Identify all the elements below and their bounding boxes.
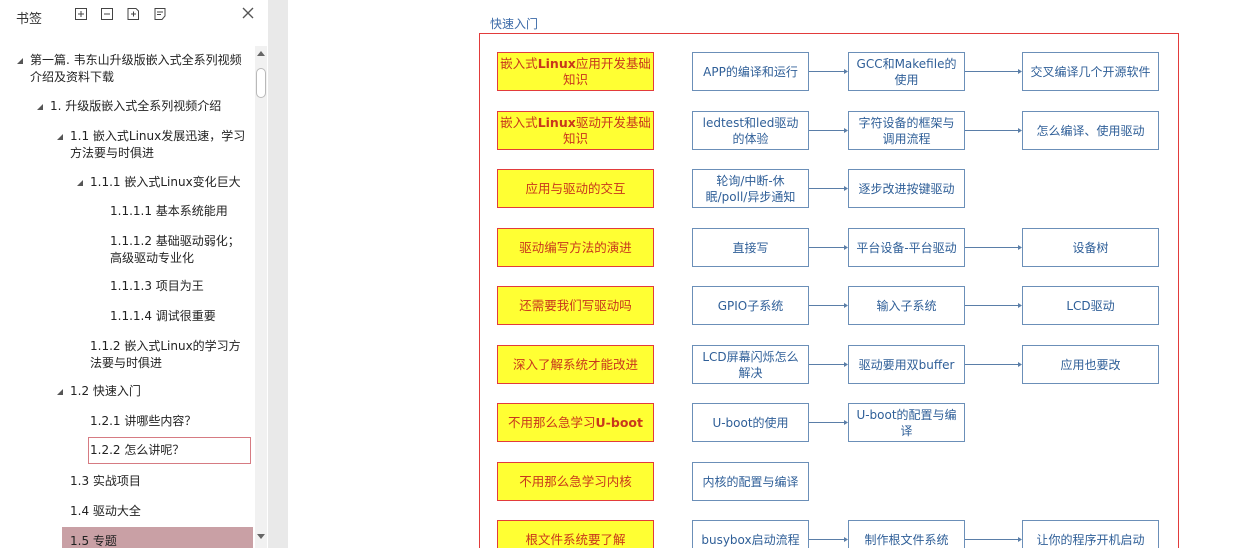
step-label: 输入子系统 [876, 298, 937, 313]
step-label: LCD驱动 [1066, 298, 1115, 313]
step-label: busybox启动流程 [701, 532, 800, 547]
bookmark-options-icon[interactable] [153, 7, 167, 21]
step-box: 内核的配置与编译 [692, 462, 809, 501]
bookmarks-title: 书签 [16, 12, 43, 27]
tree-item-1-1-1-4[interactable]: 1.1.1.4 调试很重要 [110, 308, 254, 325]
step-box: busybox启动流程 [692, 520, 809, 548]
step-label: 直接写 [732, 240, 769, 255]
topic-box: 深入了解系统才能改进 [497, 345, 654, 384]
step-label: U-boot的配置与编译 [856, 407, 957, 438]
step-box: GPIO子系统 [692, 286, 809, 325]
topic-box: 还需要我们写驱动吗 [497, 286, 654, 325]
tree-item-1-3[interactable]: 1.3 实战项目 [70, 473, 250, 490]
tree-item-1-1-1-3[interactable]: 1.1.1.3 项目为王 [110, 278, 254, 295]
topic-box: 根文件系统要了解 [497, 520, 654, 548]
step-box: U-boot的使用 [692, 403, 809, 442]
step-box: 怎么编译、使用驱动 [1022, 111, 1159, 150]
topic-label: 不用那么急学习内核 [519, 473, 632, 489]
tree-item-1-5[interactable]: 1.5 专题 [62, 527, 253, 548]
tree-item-1-2[interactable]: 1.2 快速入门 [57, 383, 250, 400]
tree-item-1[interactable]: 1. 升级版嵌入式全系列视频介绍 [37, 98, 250, 115]
step-label: 应用也要改 [1060, 357, 1121, 372]
step-label: GPIO子系统 [717, 298, 784, 313]
bookmark-scrollbar[interactable] [255, 46, 267, 548]
tree-item-1-1-1-2[interactable]: 1.1.1.2 基础驱动弱化；高级驱动专业化 [110, 233, 250, 267]
step-box: U-boot的配置与编译 [848, 403, 965, 442]
step-label: 制作根文件系统 [864, 532, 949, 547]
scroll-thumb[interactable] [256, 68, 266, 98]
step-box: LCD屏幕闪烁怎么解决 [692, 345, 809, 384]
tree-item-1-2-1[interactable]: 1.2.1 讲哪些内容？ [90, 413, 250, 430]
close-icon[interactable] [240, 5, 256, 21]
step-box: 驱动要用双buffer [848, 345, 965, 384]
step-label: 内核的配置与编译 [702, 474, 799, 489]
topic-label: 还需要我们写驱动吗 [519, 297, 632, 313]
step-box: LCD驱动 [1022, 286, 1159, 325]
tree-item-part1[interactable]: 第一篇. 韦东山升级版嵌入式全系列视频介绍及资料下载 [17, 52, 246, 86]
expand-all-icon[interactable] [74, 7, 88, 21]
step-label: 驱动要用双buffer [858, 357, 955, 372]
tree-item-1-4[interactable]: 1.4 驱动大全 [70, 503, 250, 520]
step-box: 交叉编译几个开源软件 [1022, 52, 1159, 91]
expanded-triangle-icon[interactable] [76, 179, 84, 187]
step-label: APP的编译和运行 [703, 64, 798, 79]
expanded-triangle-icon[interactable] [16, 57, 24, 65]
topic-box: 嵌入式Linux驱动开发基础知识 [497, 111, 654, 150]
step-label: 逐步改进按键驱动 [858, 181, 955, 196]
document-view: 快速入门 嵌入式Linux应用开发基础知识 APP的编译和运行 GCC和Makefi… [288, 0, 1255, 548]
step-box: 逐步改进按键驱动 [848, 169, 965, 208]
expanded-triangle-icon[interactable] [36, 103, 44, 111]
step-box: 输入子系统 [848, 286, 965, 325]
step-label: 轮询/中断-休眠/poll/异步通知 [705, 173, 796, 204]
bookmarks-panel: 书签 第一篇. 韦东山升级版嵌入式全系列视频介绍及资料下载 1. 升级版嵌入式全… [0, 0, 269, 548]
expanded-triangle-icon[interactable] [56, 133, 64, 141]
topic-label: 根文件系统要了解 [525, 531, 626, 547]
step-box: GCC和Makefile的使用 [848, 52, 965, 91]
step-label: 交叉编译几个开源软件 [1030, 64, 1151, 79]
topic-label: 不用那么急学习U-boot [508, 414, 643, 430]
tree-item-1-2-2[interactable]: 1.2.2 怎么讲呢？ [88, 437, 251, 464]
collapse-all-icon[interactable] [100, 7, 114, 21]
step-label: GCC和Makefile的使用 [856, 56, 957, 87]
step-label: 字符设备的框架与调用流程 [858, 115, 955, 146]
tree-item-1-1-1-1[interactable]: 1.1.1.1 基本系统能用 [110, 203, 254, 220]
step-box: 应用也要改 [1022, 345, 1159, 384]
step-box: ledtest和led驱动的体验 [692, 111, 809, 150]
step-box: APP的编译和运行 [692, 52, 809, 91]
step-label: 怎么编译、使用驱动 [1036, 123, 1145, 138]
tree-item-1-1-2[interactable]: 1.1.2 嵌入式Linux的学习方法要与时俱进 [90, 338, 250, 372]
tree-item-1-1[interactable]: 1.1 嵌入式Linux发展迅速，学习方法要与时俱进 [57, 128, 254, 162]
scroll-up-icon[interactable] [257, 50, 265, 58]
step-label: ledtest和led驱动的体验 [702, 115, 799, 146]
step-label: 让你的程序开机启动 [1036, 532, 1145, 547]
topic-label: 深入了解系统才能改进 [512, 356, 638, 372]
add-bookmark-icon[interactable] [126, 7, 140, 21]
step-box: 平台设备-平台驱动 [848, 228, 965, 267]
topic-box: 应用与驱动的交互 [497, 169, 654, 208]
topic-box: 嵌入式Linux应用开发基础知识 [497, 52, 654, 91]
step-label: LCD屏幕闪烁怎么解决 [702, 349, 799, 380]
topic-label: 嵌入式Linux驱动开发基础知识 [500, 114, 651, 146]
step-box: 设备树 [1022, 228, 1159, 267]
tree-item-1-1-1[interactable]: 1.1.1 嵌入式Linux变化巨大 [77, 174, 254, 191]
step-box: 直接写 [692, 228, 809, 267]
bookmark-tree: 第一篇. 韦东山升级版嵌入式全系列视频介绍及资料下载 1. 升级版嵌入式全系列视… [8, 46, 254, 548]
step-box: 制作根文件系统 [848, 520, 965, 548]
topic-label: 驱动编写方法的演进 [519, 239, 632, 255]
step-box: 字符设备的框架与调用流程 [848, 111, 965, 150]
step-label: 平台设备-平台驱动 [856, 240, 957, 255]
expanded-triangle-icon[interactable] [56, 388, 64, 396]
step-box: 让你的程序开机启动 [1022, 520, 1159, 548]
topic-box: 不用那么急学习内核 [497, 462, 654, 501]
step-box: 轮询/中断-休眠/poll/异步通知 [692, 169, 809, 208]
topic-box: 驱动编写方法的演进 [497, 228, 654, 267]
topic-label: 嵌入式Linux应用开发基础知识 [500, 55, 651, 87]
scroll-down-icon[interactable] [257, 532, 265, 540]
topic-label: 应用与驱动的交互 [525, 180, 626, 196]
panel-divider[interactable] [268, 0, 288, 548]
topic-box: 不用那么急学习U-boot [497, 403, 654, 442]
bookmarks-header: 书签 [0, 0, 268, 32]
step-label: U-boot的使用 [712, 415, 789, 430]
step-label: 设备树 [1072, 240, 1109, 255]
